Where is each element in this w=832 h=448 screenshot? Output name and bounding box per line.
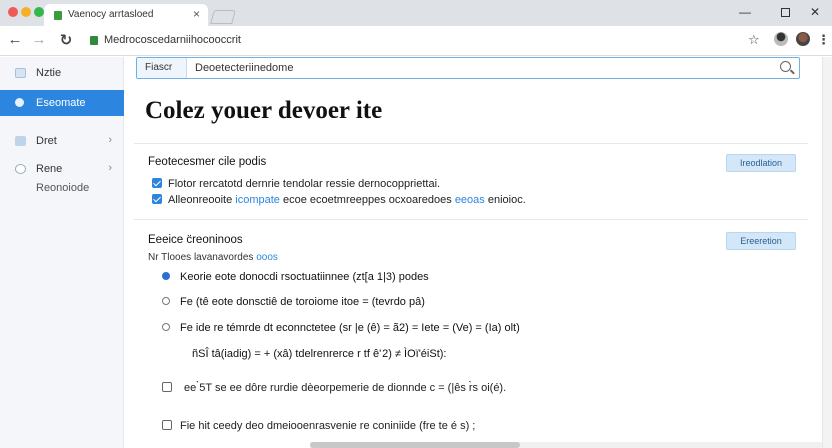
section-title: Eeeice c̈reoninoos (148, 234, 243, 246)
address-bar[interactable]: Medrocoscedarniihocooccrit (84, 30, 724, 52)
sidebar-item-label: Nztie (36, 67, 62, 79)
radio-unselected[interactable] (162, 323, 170, 331)
window-maximize-button[interactable] (776, 3, 794, 21)
checkbox-row[interactable]: Flotor rercatotd dernrie tendolar ressie… (152, 178, 440, 190)
chevron-right-icon: › (108, 134, 112, 146)
sidebar: Nztie Eseomate Dret › Rene › Reonoiode (0, 57, 124, 448)
favicon-icon (54, 11, 62, 20)
checkbox-unchecked[interactable] (162, 420, 172, 430)
close-window-dot[interactable] (8, 7, 18, 17)
grid-icon (15, 136, 26, 146)
page-title: Colez youer devoer ite (145, 97, 383, 124)
checkbox-prefix: Fie hit (180, 420, 210, 432)
tab-close-icon[interactable]: × (193, 7, 200, 21)
radio-unselected[interactable] (162, 297, 170, 305)
sidebar-item-profile[interactable]: Nztie (0, 60, 124, 86)
radio-option[interactable]: Fe (tê eote donsctiê de toroiome itoe = … (162, 296, 425, 308)
checkbox-prefix: ee ̀5T (184, 382, 212, 394)
back-icon[interactable]: ← (6, 31, 24, 48)
search-box: Fiascr (136, 57, 800, 79)
checkbox-row[interactable]: Fie hit ceedy deo dmeiooenrasvenie re co… (162, 420, 475, 432)
sidebar-item-label: Rene (36, 163, 63, 175)
profile-avatar[interactable] (796, 32, 810, 46)
checkbox-label: Flotor rercatotd dernrie tendolar ressie… (168, 178, 441, 190)
section-options: Eeeice c̈reoninoos Ereeretion Nr Tlooes … (134, 219, 808, 448)
browser-tab[interactable]: Vaenocy arrtasloed × (44, 4, 208, 26)
checkbox-checked[interactable] (152, 178, 162, 188)
sidebar-item-dret[interactable]: Dret › (0, 128, 124, 154)
section-action-button[interactable]: Ireodlation (726, 154, 796, 172)
checkbox-unchecked[interactable] (162, 382, 172, 392)
sidebar-item-label: Eseomate (36, 97, 86, 109)
bookmark-star-icon[interactable]: ☆ (748, 32, 760, 48)
hint-link[interactable]: ooos (256, 252, 278, 263)
minimize-window-dot[interactable] (21, 7, 31, 17)
checkbox-label: Alleonreooite (168, 194, 236, 206)
sidebar-item-label: Dret (36, 135, 57, 147)
section-preferences: Feotecesmer cile podis Ireodlation Floto… (134, 143, 808, 217)
sidebar-item-rene[interactable]: Rene › (0, 156, 124, 182)
secure-lock-icon (90, 36, 98, 45)
maximize-window-dot[interactable] (34, 7, 44, 17)
checkbox-checked[interactable] (152, 194, 162, 204)
extension-icon[interactable] (774, 32, 788, 46)
checkbox-row[interactable]: Alleonreooite icompate ecoe ecoetmreeppe… (152, 194, 526, 206)
reload-icon[interactable]: ↻ (57, 31, 75, 49)
forward-icon[interactable]: → (30, 31, 48, 48)
section-action-button[interactable]: Ereeretion (726, 232, 796, 250)
main-content: Fiascr Colez youer devoer ite Feotecesme… (124, 57, 832, 448)
new-tab-button[interactable] (210, 10, 236, 24)
radio-label: Keorie eote donocdi rsoctuatiinnee (zt[a… (180, 271, 429, 283)
radio-selected[interactable] (162, 272, 170, 280)
horizontal-scrollbar[interactable] (310, 442, 830, 448)
radio-option[interactable]: Keorie eote donocdi rsoctuatiinnee (zt[a… (162, 271, 429, 283)
formula-line: ñSÎ tâ(iadig) = + (xâ) tdelrenrerce r tf… (192, 348, 447, 360)
sidebar-sub-label[interactable]: Reonoiode (36, 182, 89, 194)
section-title: Feotecesmer cile podis (148, 156, 267, 168)
checkbox-label: se ee dôre rurdie dèeorpemerie de dionnd… (211, 382, 507, 394)
hint-text: Nr Tlooes lavanavordes (148, 252, 257, 263)
checkbox-label-end: enioioc. (484, 194, 526, 206)
checkbox-row[interactable]: ee ̀5T se ee dôre rurdie dèeorpemerie de… (162, 382, 506, 394)
window-minimize-button[interactable]: — (736, 3, 754, 21)
browser-menu-icon[interactable]: ⋮ (817, 32, 830, 48)
maximize-icon (780, 8, 790, 18)
tab-title: Vaenocy arrtasloed (68, 9, 154, 20)
browser-title-bar: Vaenocy arrtasloed × — ✕ (0, 0, 832, 26)
scrollbar-thumb[interactable] (310, 442, 520, 448)
radio-label: Fe (tê eote donsctiê de toroiome itoe = … (180, 296, 425, 308)
settings-icon (15, 164, 26, 174)
user-icon (15, 68, 26, 78)
section-hint: Nr Tlooes lavanavordes ooos (148, 252, 278, 263)
search-icon[interactable] (780, 61, 791, 72)
search-scope-dropdown[interactable]: Fiascr (137, 58, 187, 78)
url-text: Medrocoscedarniihocooccrit (104, 34, 241, 46)
vertical-scrollbar[interactable] (822, 57, 832, 448)
window-close-button[interactable]: ✕ (806, 3, 824, 21)
chevron-right-icon: › (108, 162, 112, 174)
radio-label: Fe ide re témrde dt econnctetee (sr |e (… (180, 322, 520, 334)
cloud-icon (15, 98, 24, 107)
browser-toolbar: ← → ↻ Medrocoscedarniihocooccrit ☆ ⋮ (0, 26, 832, 56)
inline-link[interactable]: eeoas (455, 194, 485, 206)
checkbox-label: ceedy deo dmeiooenrasvenie re coniniide … (209, 420, 476, 432)
checkbox-label-cont: ecoe ecoetmreeppes ocxoaredoes (279, 194, 455, 206)
inline-link[interactable]: icompate (235, 194, 280, 206)
radio-option[interactable]: Fe ide re témrde dt econnctetee (sr |e (… (162, 322, 520, 334)
sidebar-item-active[interactable]: Eseomate (0, 90, 124, 116)
search-input[interactable] (195, 60, 765, 76)
